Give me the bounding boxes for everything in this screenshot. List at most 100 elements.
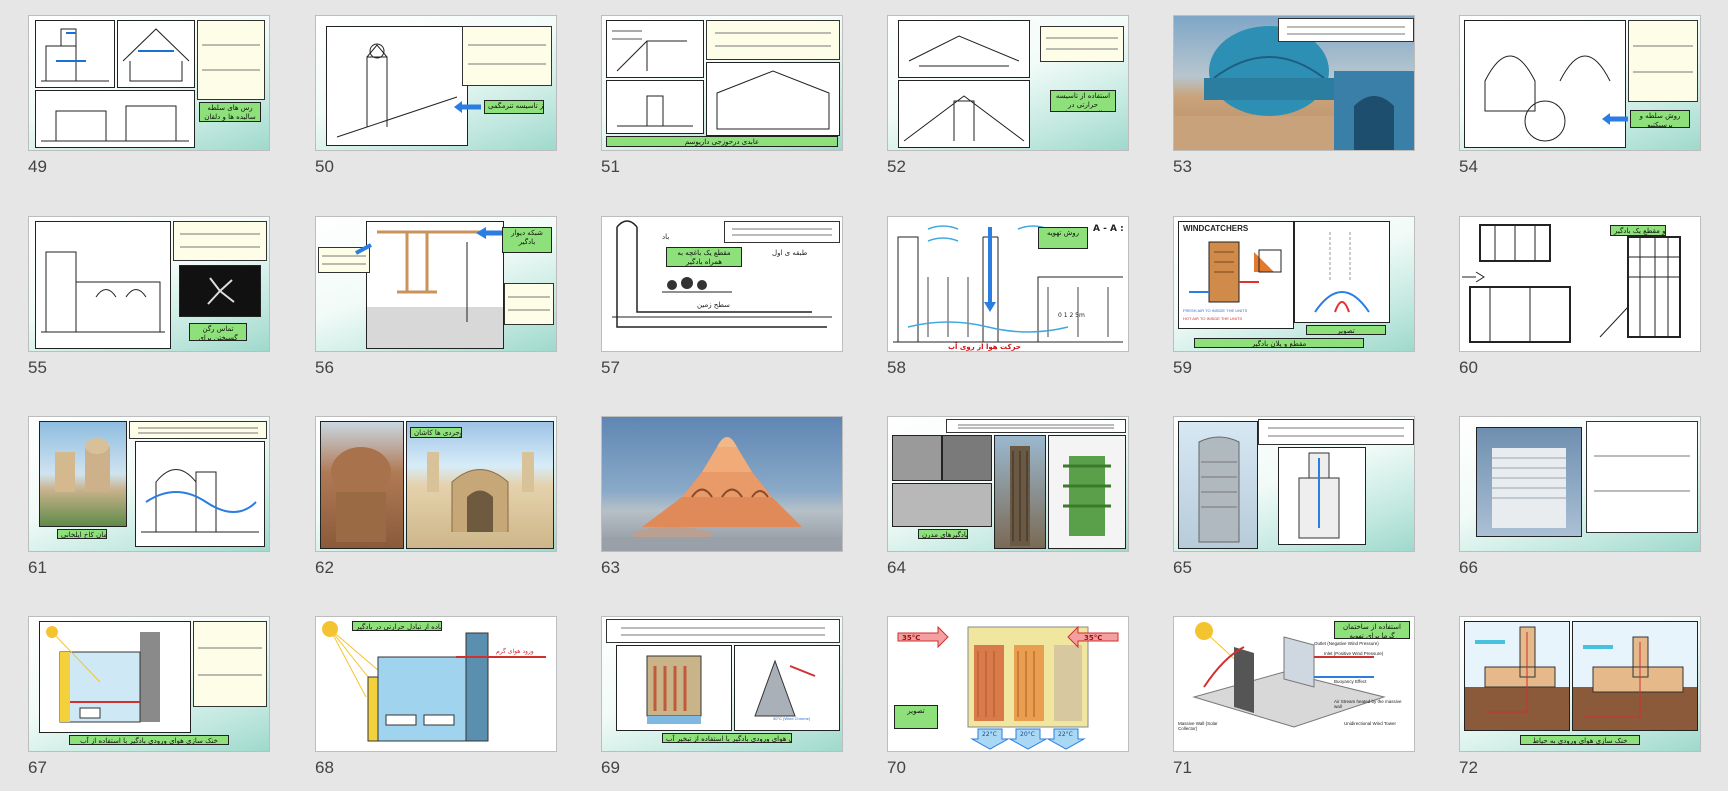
slide-number: 71	[1173, 758, 1192, 777]
text-block	[173, 221, 267, 261]
slide-thumbnail-50[interactable]: قرمز تاسیسه تنرمگمی 50	[315, 15, 557, 176]
wind-diagram-2	[606, 80, 704, 134]
slide-preview: 0 1 2 5m A - A : روش تهویه حرکت هوا از ر…	[887, 216, 1129, 352]
roof-section	[898, 80, 1030, 148]
slide-preview: خنک سازی هوای ورودی بادگیر با استفاده از…	[28, 616, 270, 752]
slide-preview: باد طبقه ی اول سطح زمین مقطع یک باغچه به…	[601, 216, 843, 352]
text-block	[724, 221, 840, 243]
slide-thumbnail-62[interactable]: خانه بروجردی ها کاشان 62	[315, 416, 557, 577]
slide-thumbnail-66[interactable]: 66	[1459, 416, 1701, 577]
section-heading: A - A :	[1093, 224, 1124, 234]
slide-thumbnail-56[interactable]: شبکه دیوار بادگیر 56	[315, 216, 557, 377]
courtyard-section-2	[1572, 621, 1698, 731]
slide-thumbnail-67[interactable]: خنک سازی هوای ورودی بادگیر با استفاده از…	[28, 616, 270, 777]
slide-caption: خنک سازی هوای ورودی به حیاط	[1520, 735, 1640, 745]
slide-thumbnail-57[interactable]: باد طبقه ی اول سطح زمین مقطع یک باغچه به…	[601, 216, 843, 377]
house-section	[706, 62, 840, 136]
slide-thumbnail-55[interactable]: تماس رگن گسیختن برای سالیده های مرزی 55	[28, 216, 270, 377]
slide-number: 63	[601, 558, 620, 577]
model-photo-3	[892, 483, 992, 527]
slide-preview: Outlet (Negative Wind Pressure) Inlet (P…	[1173, 616, 1415, 752]
text-block	[1586, 421, 1698, 533]
courtyard-section-1	[1464, 621, 1570, 731]
slide-preview: خنک سازی هوای ورودی به حیاط	[1459, 616, 1701, 752]
slide-thumbnail-70[interactable]: 35°C 35°C 22°C 20°C 22°C تصویر 70	[887, 616, 1129, 777]
slide-thumbnail-68[interactable]: ورود هوای گرم استفاده از تبادل حرارتی در…	[315, 616, 557, 777]
slide-number: 68	[315, 758, 334, 777]
slide-caption: حرکت هوا از روی آب	[948, 343, 1021, 351]
slide-thumbnail-72[interactable]: خنک سازی هوای ورودی به حیاط 72	[1459, 616, 1701, 777]
text-block	[197, 20, 265, 100]
slide-subcaption: تصویر	[1306, 325, 1386, 335]
slide-thumbnail-58[interactable]: 0 1 2 5m A - A : روش تهویه حرکت هوا از ر…	[887, 216, 1129, 377]
slide-number: 62	[315, 558, 334, 577]
inlet-label: Inlet (Positive Wind Pressure)	[1324, 651, 1384, 656]
slide-number: 60	[1459, 358, 1478, 377]
slide-preview: 35°C 35°C 22°C 20°C 22°C تصویر	[887, 616, 1129, 752]
light-photo	[179, 265, 261, 317]
slide-caption: انواع بادگیرهای مدرن	[918, 529, 968, 539]
slide-preview	[601, 416, 843, 552]
heat-exchange-diagram: ورود هوای گرم	[322, 621, 546, 742]
borujerdi-photo-2	[406, 421, 554, 549]
borujerdi-photo-1	[320, 421, 404, 549]
windcatcher-illustration: WINDCATCHERS FRESH AIR TO INSIDE THE UNI…	[1178, 221, 1294, 329]
legend-fresh-air: FRESH AIR TO INSIDE THE UNITS	[1183, 308, 1248, 313]
text-block	[193, 621, 267, 707]
airstream-label: Air Stream heated by the massive wall	[1334, 699, 1402, 709]
slide-thumbnail-64[interactable]: انواع بادگیرهای مدرن 64	[887, 416, 1129, 577]
outside-temp-left: 35°C	[902, 634, 920, 642]
outlet-label: Outlet (Negative Wind Pressure)	[1314, 641, 1379, 646]
text-block	[606, 619, 840, 643]
windcatcher-plan-section	[1462, 224, 1681, 343]
slide-preview: پلان و مقطع یک بادگیر	[1459, 216, 1701, 352]
wind-label: باد	[662, 233, 669, 241]
model-photo-1	[892, 435, 942, 481]
text-block	[129, 421, 267, 439]
slide-thumbnail-61[interactable]: ساختمان کاخ ایلخانی 61	[28, 416, 270, 577]
slide-preview: شبکه دیوار بادگیر	[315, 216, 557, 352]
slide-number: 67	[28, 758, 47, 777]
text-block	[1258, 419, 1414, 445]
slide-number: 54	[1459, 157, 1478, 176]
building-section	[35, 221, 171, 349]
wind-tower-model-2: 30°C (Wind Chrome)	[734, 645, 840, 731]
slide-thumbnail-71[interactable]: Outlet (Negative Wind Pressure) Inlet (P…	[1173, 616, 1415, 777]
green-tower-model	[1048, 435, 1126, 549]
text-block	[1040, 26, 1124, 62]
slide-preview: انواع بادگیرهای مدرن	[887, 416, 1129, 552]
slide-number: 53	[1173, 157, 1192, 176]
buoyancy-label: Buoyancy Effect	[1334, 679, 1367, 684]
slide-thumbnail-60[interactable]: پلان و مقطع یک بادگیر 60	[1459, 216, 1701, 377]
slide-caption: عابدی درحوزجی داریوسم	[606, 136, 838, 147]
wind-tower-label: Unidirectional Wind Tower	[1344, 721, 1396, 726]
slide-thumbnail-51[interactable]: عابدی درحوزجی داریوسم 51	[601, 15, 843, 176]
cool-air-note: 30°C (Wind Chrome)	[773, 716, 811, 721]
inside-temp-3: 22°C	[1058, 731, 1073, 738]
building-photo	[39, 421, 127, 527]
slide-thumbnail-65[interactable]: 65	[1173, 416, 1415, 577]
slide-preview: قرمز تاسیسه تنرمگمی	[315, 15, 557, 151]
text-block	[706, 20, 840, 60]
slide-thumbnail-52[interactable]: استفاده از تاسیسه حرارتی در سالیدهای سیم…	[887, 15, 1129, 176]
tower-cutaway	[1278, 447, 1366, 545]
section-drawing	[35, 20, 115, 88]
slide-number: 70	[887, 758, 906, 777]
house-section	[117, 20, 195, 88]
slide-thumbnail-63[interactable]: 63	[601, 416, 843, 577]
ground-label: سطح زمین	[697, 301, 730, 309]
inside-temp-2: 20°C	[1020, 731, 1035, 738]
slide-thumbnail-54[interactable]: روش سلطه و پرسپکتیو 54	[1459, 15, 1701, 176]
slide-caption: مقطع و پلان بادگیر	[1194, 338, 1364, 348]
slide-caption: پلان و مقطع یک بادگیر	[1610, 225, 1666, 236]
tower-temperature-diagram: 35°C 35°C 22°C 20°C 22°C	[897, 625, 1119, 750]
slide-thumbnail-49[interactable]: رس های سلطه سالیده ها و دلقان 49	[28, 15, 270, 176]
slide-thumbnail-59[interactable]: WINDCATCHERS FRESH AIR TO INSIDE THE UNI…	[1173, 216, 1415, 377]
slide-caption: رس های سلطه سالیده ها و دلقان	[199, 102, 261, 122]
slide-thumbnail-69[interactable]: 30°C (Wind Chrome) خنک سازی هوای ورودی ب…	[601, 616, 843, 777]
slide-preview: WINDCATCHERS FRESH AIR TO INSIDE THE UNI…	[1173, 216, 1415, 352]
inside-temp-1: 22°C	[982, 731, 997, 738]
slide-sorter-grid: رس های سلطه سالیده ها و دلقان 49 قرمز تا…	[0, 0, 1728, 791]
slide-thumbnail-53[interactable]: 53	[1173, 15, 1415, 176]
massive-wall-label: Massive Wall (Solar Collector)	[1178, 721, 1218, 731]
